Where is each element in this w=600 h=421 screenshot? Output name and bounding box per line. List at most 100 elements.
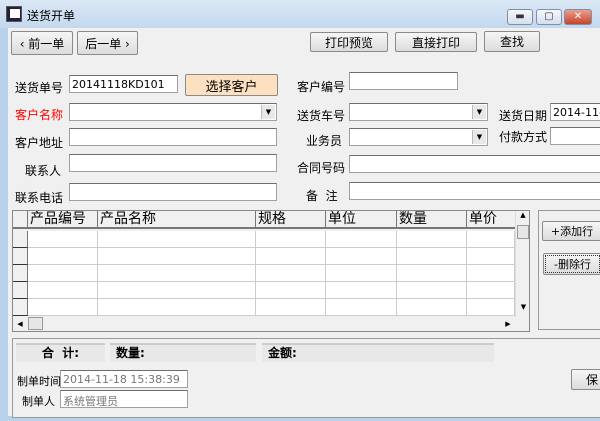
- col-header-product-name[interactable]: 产品名称: [98, 211, 256, 229]
- created-time-input: 2014-11-18 15:38:39: [60, 370, 188, 388]
- grid-cell[interactable]: [28, 299, 98, 316]
- grid-cell[interactable]: [467, 231, 515, 248]
- grid-cell[interactable]: [256, 231, 326, 248]
- grid-cell[interactable]: [326, 282, 397, 299]
- order-no-input[interactable]: 20141118KD101: [69, 75, 178, 93]
- col-header-product-code[interactable]: 产品编号: [28, 211, 98, 229]
- close-button[interactable]: ✕: [564, 9, 592, 25]
- scroll-thumb[interactable]: [517, 225, 529, 239]
- grid-cell[interactable]: [467, 282, 515, 299]
- select-customer-button[interactable]: 选择客户: [185, 74, 278, 96]
- chevron-down-icon[interactable]: ▼: [472, 105, 486, 119]
- grid-cell[interactable]: [397, 248, 467, 265]
- scroll-down-icon[interactable]: ▼: [516, 303, 529, 317]
- grid-cell[interactable]: [98, 231, 256, 248]
- contact-input[interactable]: [69, 154, 277, 172]
- find-button[interactable]: 查找: [484, 31, 540, 52]
- grid-corner: [13, 211, 28, 229]
- window-title: 送货开单: [27, 9, 76, 23]
- salesman-label: 业务员: [306, 134, 343, 148]
- remark-input[interactable]: [349, 182, 600, 200]
- amount-total: 金额:: [262, 343, 494, 362]
- total-label: 合 计:: [16, 343, 105, 362]
- vehicle-combo[interactable]: ▼: [349, 103, 488, 121]
- grid-cell[interactable]: [397, 282, 467, 299]
- grid-cell[interactable]: [326, 299, 397, 316]
- horizontal-scrollbar[interactable]: ◀ ▶: [13, 317, 515, 331]
- address-input[interactable]: [69, 128, 277, 146]
- vertical-scrollbar[interactable]: ▲ ▼: [515, 211, 529, 317]
- row-header[interactable]: [13, 282, 28, 299]
- quantity-total: 数量:: [110, 343, 256, 362]
- payment-input[interactable]: [550, 127, 600, 145]
- chevron-down-icon[interactable]: ▼: [261, 105, 275, 119]
- contract-label: 合同号码: [297, 161, 346, 175]
- grid-cell[interactable]: [28, 282, 98, 299]
- address-label: 客户地址: [15, 136, 64, 150]
- contact-label: 联系人: [25, 164, 62, 178]
- row-header[interactable]: [13, 248, 28, 265]
- grid-cell[interactable]: [397, 299, 467, 316]
- grid-cell[interactable]: [326, 231, 397, 248]
- scroll-left-icon[interactable]: ◀: [13, 317, 27, 331]
- row-header[interactable]: [13, 299, 28, 316]
- print-button[interactable]: 直接打印: [395, 32, 477, 52]
- add-row-button[interactable]: +添加行: [542, 221, 600, 241]
- salesman-combo[interactable]: ▼: [349, 128, 488, 146]
- app-icon: [6, 6, 22, 22]
- col-header-price[interactable]: 单价: [467, 211, 517, 229]
- payment-label: 付款方式: [499, 130, 548, 144]
- customer-name-label: 客户名称: [15, 108, 64, 122]
- customer-name-combo[interactable]: ▼: [69, 103, 277, 121]
- product-grid[interactable]: 产品编号 产品名称 规格 单位 数量 单价 ▲ ▼ ◀ ▶: [12, 210, 530, 332]
- grid-cell[interactable]: [326, 265, 397, 282]
- grid-cell[interactable]: [326, 248, 397, 265]
- order-no-label: 送货单号: [15, 81, 64, 95]
- save-button[interactable]: 保: [571, 369, 600, 390]
- grid-cell[interactable]: [256, 265, 326, 282]
- row-header[interactable]: [13, 231, 28, 248]
- date-label: 送货日期: [499, 109, 548, 123]
- contract-input[interactable]: [349, 155, 600, 173]
- chevron-down-icon[interactable]: ▼: [472, 130, 486, 144]
- col-header-unit[interactable]: 单位: [326, 211, 397, 229]
- grid-cell[interactable]: [467, 248, 515, 265]
- scroll-up-icon[interactable]: ▲: [516, 211, 529, 225]
- creator-input: 系统管理员: [60, 390, 188, 408]
- grid-cell[interactable]: [98, 248, 256, 265]
- print-preview-button[interactable]: 打印预览: [310, 32, 388, 52]
- phone-input[interactable]: [69, 183, 277, 201]
- creator-label: 制单人: [22, 395, 55, 408]
- grid-cell[interactable]: [98, 282, 256, 299]
- next-order-button[interactable]: 后一单 ›: [77, 31, 138, 55]
- grid-cell[interactable]: [256, 248, 326, 265]
- grid-cell[interactable]: [28, 248, 98, 265]
- phone-label: 联系电话: [15, 191, 64, 205]
- grid-cell[interactable]: [397, 231, 467, 248]
- col-header-spec[interactable]: 规格: [256, 211, 326, 229]
- title-bar: 送货开单 ▬ ▢ ✕: [0, 0, 600, 28]
- grid-cell[interactable]: [467, 299, 515, 316]
- hscroll-thumb[interactable]: [28, 317, 43, 330]
- grid-cell[interactable]: [28, 231, 98, 248]
- grid-cell[interactable]: [98, 299, 256, 316]
- maximize-button[interactable]: ▢: [536, 9, 562, 25]
- delete-row-button[interactable]: -删除行: [543, 253, 600, 275]
- col-header-quantity[interactable]: 数量: [397, 211, 467, 229]
- created-time-label: 制单时间: [17, 375, 61, 388]
- grid-cell[interactable]: [256, 299, 326, 316]
- row-header[interactable]: [13, 265, 28, 282]
- minimize-button[interactable]: ▬: [507, 9, 533, 25]
- grid-cell[interactable]: [256, 282, 326, 299]
- grid-cell[interactable]: [28, 265, 98, 282]
- vehicle-label: 送货车号: [297, 109, 346, 123]
- scroll-right-icon[interactable]: ▶: [501, 317, 515, 331]
- grid-cell[interactable]: [397, 265, 467, 282]
- date-input[interactable]: 2014-11-1: [550, 103, 600, 121]
- remark-label: 备 注: [306, 189, 338, 203]
- customer-code-label: 客户编号: [297, 80, 346, 94]
- grid-cell[interactable]: [98, 265, 256, 282]
- prev-order-button[interactable]: ‹ 前一单: [11, 31, 73, 55]
- customer-code-input[interactable]: [349, 72, 458, 90]
- grid-cell[interactable]: [467, 265, 515, 282]
